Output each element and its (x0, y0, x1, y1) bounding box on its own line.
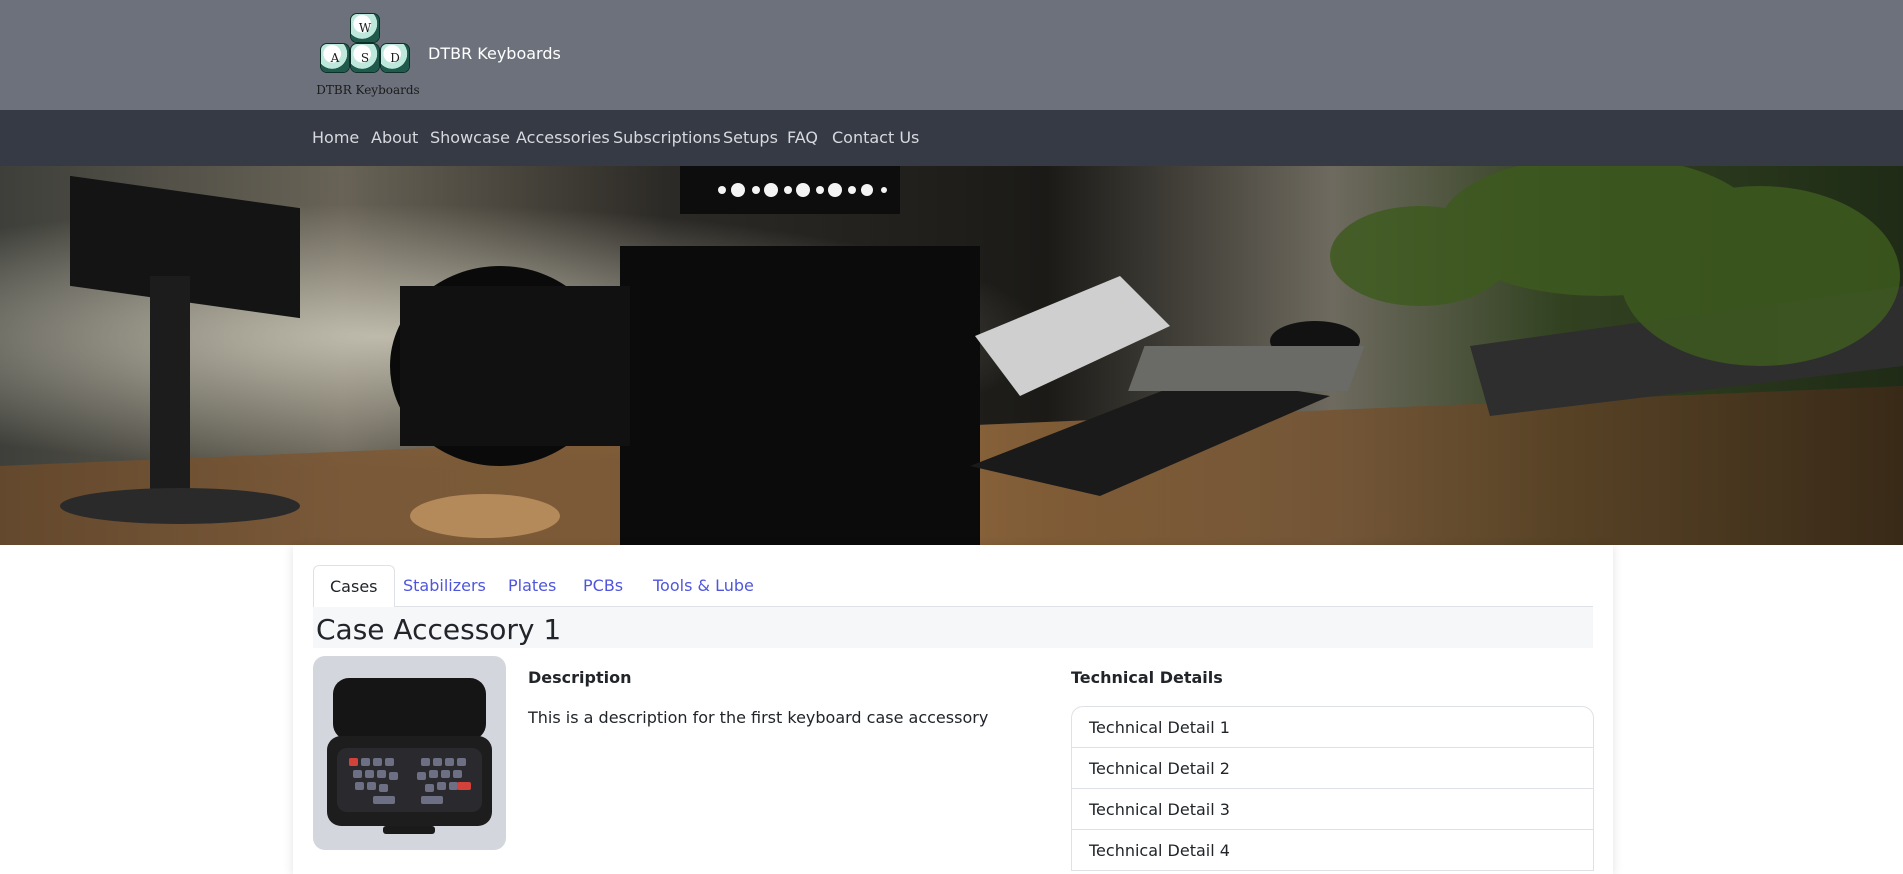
logo-key-w: W (351, 14, 379, 42)
top-header: W A S D DTBR Keyboards DTBR Keyboards (0, 0, 1903, 110)
logo-text: DTBR Keyboards (316, 83, 420, 97)
accessory-tabs: Cases Stabilizers Plates PCBs Tools & Lu… (313, 565, 1593, 608)
logo-key-d: D (381, 44, 409, 72)
nav-contact-us[interactable]: Contact Us (832, 128, 919, 147)
nav-showcase[interactable]: Showcase (430, 128, 510, 147)
list-item: Technical Detail 3 (1072, 789, 1593, 830)
main-navbar: Home About Showcase Accessories Subscrip… (0, 110, 1903, 166)
nav-setups[interactable]: Setups (723, 128, 778, 147)
keyboard-case-illustration (327, 678, 492, 834)
product-title: Case Accessory 1 (316, 613, 562, 646)
hero-illustration (0, 166, 1903, 545)
logo-key-s: S (351, 44, 379, 72)
hero-banner-image (0, 166, 1903, 545)
list-item: Technical Detail 2 (1072, 748, 1593, 789)
nav-accessories[interactable]: Accessories (516, 128, 610, 147)
nav-about[interactable]: About (371, 128, 418, 147)
nav-subscriptions[interactable]: Subscriptions (613, 128, 721, 147)
nav-faq[interactable]: FAQ (787, 128, 818, 147)
logo-keycaps: W A S D (308, 12, 428, 92)
tab-plates[interactable]: Plates (508, 565, 556, 607)
logo-key-a: A (321, 44, 349, 72)
tab-cases[interactable]: Cases (313, 565, 395, 608)
description-heading: Description (528, 668, 632, 687)
technical-details-heading: Technical Details (1071, 668, 1223, 687)
tab-stabilizers[interactable]: Stabilizers (403, 565, 486, 607)
description-text: This is a description for the first keyb… (528, 708, 989, 727)
list-item: Technical Detail 4 (1072, 830, 1593, 871)
tab-tools-lube[interactable]: Tools & Lube (653, 565, 754, 607)
product-image (313, 656, 506, 850)
nav-home[interactable]: Home (312, 128, 359, 147)
brand-title[interactable]: DTBR Keyboards (428, 44, 561, 63)
list-item: Technical Detail 1 (1072, 707, 1593, 748)
brand-logo[interactable]: W A S D DTBR Keyboards (308, 12, 428, 102)
technical-details-list: Technical Detail 1 Technical Detail 2 Te… (1071, 706, 1594, 871)
tab-pcbs[interactable]: PCBs (583, 565, 623, 607)
